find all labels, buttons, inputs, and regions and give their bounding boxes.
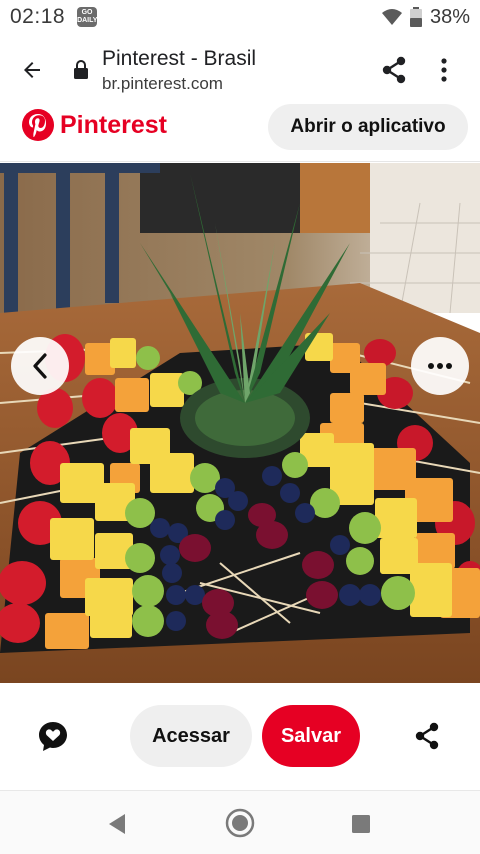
godaily-app-icon: GO DAILY [77, 7, 97, 27]
save-button[interactable]: Salvar [262, 705, 360, 767]
circle-home-icon [225, 808, 255, 838]
more-horizontal-icon [428, 363, 452, 369]
browser-bar: Pinterest - Brasil br.pinterest.com [0, 34, 480, 106]
triangle-back-icon [109, 814, 125, 834]
pinterest-p-icon [22, 109, 54, 141]
comment-heart-icon [39, 722, 67, 751]
open-app-button[interactable]: Abrir o aplicativo [268, 104, 468, 150]
chevron-left-icon [33, 353, 47, 379]
share-icon [415, 722, 439, 750]
browser-menu-button[interactable] [422, 48, 466, 92]
pinterest-header: Pinterest Abrir o aplicativo [0, 104, 480, 162]
wifi-icon [381, 9, 402, 25]
nav-home-button[interactable] [224, 807, 256, 839]
pin-share-button[interactable] [404, 713, 450, 759]
pinterest-logo[interactable]: Pinterest [22, 109, 167, 141]
status-indicators: 38% [381, 5, 470, 29]
page-url: br.pinterest.com [102, 73, 223, 93]
pin-image[interactable] [0, 163, 480, 683]
lock-icon [70, 60, 92, 80]
nav-back-button[interactable] [102, 809, 132, 839]
square-recents-icon [352, 815, 370, 833]
system-navigation-bar [0, 790, 480, 854]
share-icon [382, 56, 406, 84]
battery-percentage: 38% [429, 5, 470, 28]
browser-share-button[interactable] [372, 48, 416, 92]
status-bar: 02:18 GO DAILY 38% [0, 0, 480, 34]
comment-button[interactable] [30, 713, 76, 759]
pin-action-bar: Acessar Salvar [0, 683, 480, 789]
image-more-button[interactable] [411, 337, 469, 395]
browser-back-button[interactable] [0, 38, 64, 102]
pinterest-wordmark: Pinterest [60, 110, 167, 139]
more-vert-icon [441, 58, 447, 82]
access-button[interactable]: Acessar [130, 705, 252, 767]
arrow-left-icon [24, 62, 40, 78]
page-title: Pinterest - Brasil [102, 46, 257, 70]
nav-recents-button[interactable] [346, 809, 376, 839]
fruit-platter-image [0, 163, 480, 683]
image-back-button[interactable] [11, 337, 69, 395]
battery-icon [409, 7, 422, 27]
status-time: 02:18 [10, 5, 66, 28]
address-area[interactable]: Pinterest - Brasil br.pinterest.com [102, 47, 256, 94]
